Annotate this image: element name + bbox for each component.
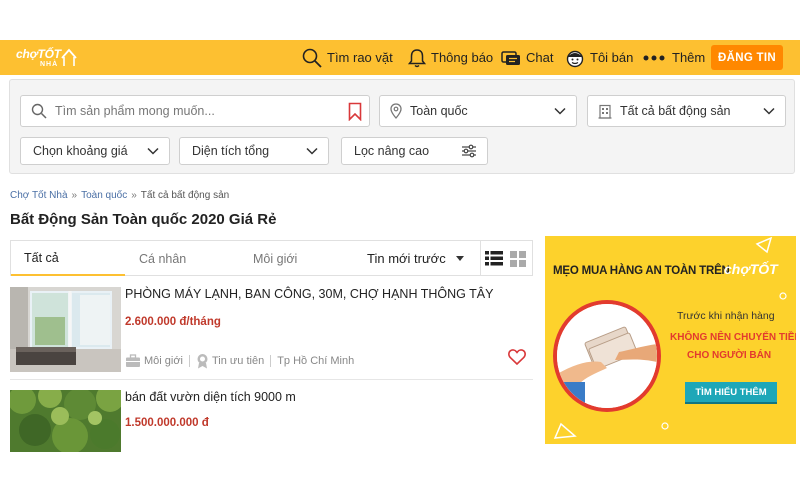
nav-chat[interactable]: Chat (501, 40, 553, 75)
grid-view-icon[interactable] (510, 251, 526, 267)
divider (270, 355, 272, 367)
banner-headline: MẸO MUA HÀNG AN TOÀN TRÊN (553, 265, 730, 277)
search-placeholder: Tìm sản phẩm mong muốn... (55, 104, 215, 118)
tab-personal[interactable]: Cá nhân (139, 241, 186, 276)
banner-illustration (553, 300, 661, 412)
learn-more-button[interactable]: TÌM HIỂU THÊM (685, 382, 777, 402)
location-select[interactable]: Toàn quốc (379, 95, 577, 127)
listing-thumbnail[interactable] (10, 287, 121, 372)
priority-label: Tin ưu tiên (212, 355, 265, 367)
listing-title[interactable]: bán đất vườn diện tích 9000 m (125, 390, 296, 404)
divider (480, 241, 481, 276)
breadcrumb-separator: » (131, 190, 137, 201)
map-pin-icon (390, 103, 402, 119)
breadcrumb-separator: » (71, 190, 78, 201)
list-view-icon[interactable] (485, 251, 503, 266)
area-select[interactable]: Diện tích tổng (179, 137, 329, 165)
advanced-filter-button[interactable]: Lọc nâng cao (341, 137, 488, 165)
chevron-down-icon (763, 107, 775, 115)
breadcrumb-location[interactable]: Toàn quốc (81, 190, 127, 201)
nav-my-sales-label: Tôi bán (590, 50, 634, 65)
filter-panel: Tìm sản phẩm mong muốn... Toàn quốc Tất … (9, 79, 795, 174)
banner-subtitle: Trước khi nhận hàng (677, 310, 775, 322)
tab-broker[interactable]: Môi giới (253, 241, 297, 276)
safety-tips-banner[interactable]: MẸO MUA HÀNG AN TOÀN TRÊN chợTỐT Trước k… (545, 236, 796, 444)
logo-subtext: NHÀ (40, 61, 59, 68)
price-range-label: Chọn khoảng giá (33, 144, 128, 158)
seller-avatar-icon (566, 50, 584, 67)
bell-icon (408, 48, 426, 67)
chevron-down-icon (147, 147, 159, 155)
area-label: Diện tích tổng (192, 144, 270, 158)
post-ad-button[interactable]: ĐĂNG TIN (711, 45, 783, 70)
listing-tabs: Tất cả Cá nhân Môi giới Tin mới trước (10, 240, 533, 276)
heart-icon[interactable] (508, 349, 526, 365)
chotot-nha-logo[interactable]: chợTỐT NHÀ (16, 44, 78, 72)
page-title: Bất Động Sản Toàn quốc 2020 Giá Rẻ (10, 211, 277, 228)
listing-meta: Môi giới Tin ưu tiên Tp Hồ Chí Minh (125, 353, 354, 369)
search-input[interactable]: Tìm sản phẩm mong muốn... (20, 95, 370, 127)
chat-icon (501, 50, 520, 65)
banner-warning-line2: CHO NGƯỜI BÁN (687, 350, 772, 361)
sort-select[interactable]: Tin mới trước (367, 241, 464, 276)
nav-search-label: Tìm rao vặt (327, 50, 393, 65)
breadcrumb: Chợ Tốt Nhà» Toàn quốc» Tất cả bất động sả… (10, 190, 229, 201)
caret-down-icon (455, 256, 464, 261)
breadcrumb-current: Tất cả bất động sản (140, 190, 230, 201)
more-dots-icon (643, 55, 665, 60)
nav-more-label: Thêm (672, 50, 706, 65)
nav-more[interactable]: Thêm (643, 40, 705, 75)
priority-badge: Tin ưu tiên (196, 353, 264, 369)
nav-notifications-label: Thông báo (431, 50, 494, 65)
listing-item[interactable]: bán đất vườn diện tích 9000 m 1.500.000.… (10, 388, 533, 452)
nav-my-sales[interactable]: Tôi bán (565, 40, 633, 75)
bookmark-icon[interactable] (348, 102, 362, 121)
location-value: Toàn quốc (410, 104, 468, 118)
advanced-filter-label: Lọc nâng cao (354, 144, 430, 158)
nav-notifications[interactable]: Thông báo (408, 40, 493, 75)
category-select[interactable]: Tất cả bất động sản (587, 95, 786, 127)
seller-type-label: Môi giới (144, 355, 183, 367)
search-icon (31, 103, 47, 119)
building-icon (598, 104, 612, 119)
nav-chat-label: Chat (526, 50, 554, 65)
nav-search[interactable]: Tìm rao vặt (302, 40, 393, 75)
banner-brand: chợTỐT (724, 261, 778, 277)
listing-location: Tp Hồ Chí Minh (277, 355, 355, 367)
price-range-select[interactable]: Chọn khoảng giá (20, 137, 170, 165)
briefcase-icon (126, 354, 140, 367)
category-value: Tất cả bất động sản (620, 104, 731, 118)
breadcrumb-home[interactable]: Chợ Tốt Nhà (10, 190, 68, 201)
top-header: chợTỐT NHÀ Tìm rao vặt Thông báo Chat Tô… (0, 40, 800, 75)
divider (189, 355, 190, 367)
chevron-down-icon (306, 147, 318, 155)
sort-label: Tin mới trước (367, 251, 446, 266)
medal-icon (197, 354, 208, 369)
listing-title[interactable]: PHÒNG MÁY LẠNH, BAN CÔNG, 30M, CHỢ HẠNH … (125, 287, 493, 301)
listing-item[interactable]: PHÒNG MÁY LẠNH, BAN CÔNG, 30M, CHỢ HẠNH … (10, 285, 533, 380)
search-icon (302, 48, 322, 68)
tab-all[interactable]: Tất cả (11, 241, 125, 276)
seller-type: Môi giới (125, 354, 183, 368)
listing-price: 2.600.000 đ/tháng (125, 316, 221, 328)
logo-text: chợTỐT (16, 47, 61, 61)
listing-thumbnail[interactable] (10, 390, 121, 452)
sliders-icon (462, 144, 476, 158)
listing-price: 1.500.000.000 đ (125, 417, 209, 429)
learn-more-label: TÌM HIỂU THÊM (695, 386, 767, 398)
banner-warning-line1: KHÔNG NÊN CHUYỂN TIỀN (670, 332, 796, 343)
chevron-down-icon (554, 107, 566, 115)
